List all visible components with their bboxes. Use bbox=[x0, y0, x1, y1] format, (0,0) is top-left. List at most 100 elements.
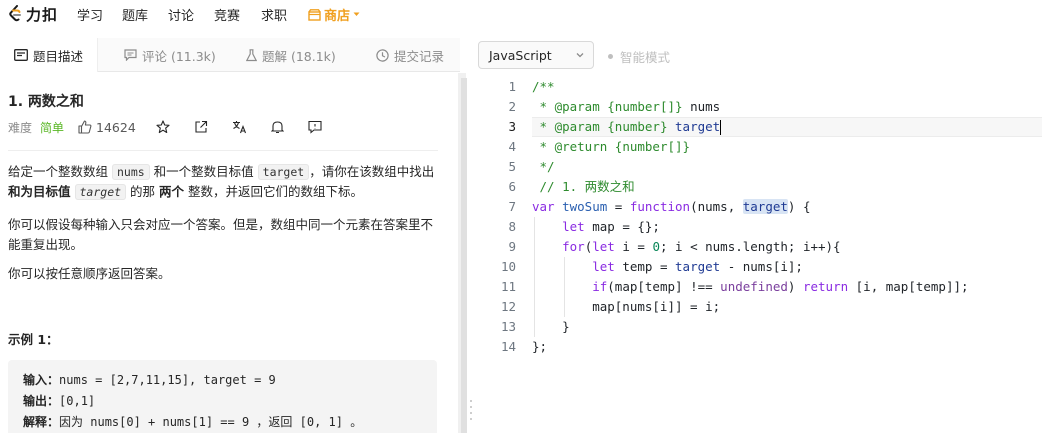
problem-note-2: 你可以按任意顺序返回答案。 bbox=[8, 266, 171, 281]
statement-text: 和一个整数目标值 bbox=[149, 164, 258, 179]
line-number: 4 bbox=[508, 139, 516, 154]
feedback-icon bbox=[308, 120, 322, 134]
tab-submissions-label: 提交记录 bbox=[394, 48, 445, 64]
favorite-button[interactable] bbox=[156, 120, 170, 134]
inline-code-target: target bbox=[257, 164, 310, 180]
line-number: 13 bbox=[500, 319, 516, 334]
code-line: // 1. 两数之和 bbox=[532, 179, 635, 194]
inline-code-nums: nums bbox=[111, 164, 150, 180]
store-icon bbox=[308, 8, 321, 21]
code-editor[interactable]: 1 2 3 4 5 6 7 8 9 10 11 12 13 14 /** * @param {number… bbox=[478, 73, 1042, 433]
chevron-down-icon bbox=[576, 53, 584, 58]
share-button[interactable] bbox=[194, 120, 208, 134]
scrollbar[interactable] bbox=[461, 78, 467, 433]
difficulty-label: 难度 bbox=[8, 120, 33, 135]
inline-code-target-italic: target bbox=[74, 184, 127, 200]
line-number: 3 bbox=[508, 119, 516, 134]
flask-icon bbox=[246, 48, 257, 61]
line-number: 14 bbox=[500, 339, 516, 354]
code-line: */ bbox=[532, 159, 555, 174]
like-count: 14624 bbox=[96, 119, 136, 135]
like-button[interactable]: 14624 bbox=[78, 120, 136, 135]
comment-icon bbox=[124, 49, 137, 61]
resize-grip[interactable] bbox=[469, 400, 473, 430]
tab-description-label: 题目描述 bbox=[33, 48, 84, 64]
logo-text: 力扣 bbox=[26, 5, 59, 24]
statement-text: ，请你在该数组中找出 bbox=[309, 164, 435, 179]
code-line: * @return {number[]} bbox=[532, 139, 691, 154]
line-number: 7 bbox=[508, 199, 516, 214]
nav-discuss[interactable]: 讨论 bbox=[168, 5, 194, 24]
line-number: 6 bbox=[508, 179, 516, 194]
nav-contest[interactable]: 竞赛 bbox=[214, 5, 240, 24]
clock-icon bbox=[376, 48, 389, 62]
statement-text: 整数，并返回它们的数组下标。 bbox=[184, 184, 363, 199]
example-output-label: 输出： bbox=[23, 394, 60, 408]
code-line: let temp = target - nums[i]; bbox=[532, 257, 1042, 277]
bell-icon bbox=[270, 121, 284, 134]
nav-jobs[interactable]: 求职 bbox=[261, 5, 287, 24]
leetcode-logo-icon bbox=[9, 5, 21, 22]
nav-learn[interactable]: 学习 bbox=[77, 5, 103, 24]
code-line: } bbox=[532, 317, 1042, 337]
tab-solutions-label: 题解 (18.1k) bbox=[262, 48, 336, 64]
tab-comments-label: 评论 (11.3k) bbox=[142, 48, 216, 64]
line-number: 10 bbox=[500, 259, 516, 274]
tab-solutions[interactable]: 题解 (18.1k) bbox=[246, 38, 336, 72]
nav-shop[interactable]: 商店 bbox=[308, 5, 360, 24]
problem-statement: 给定一个整数数组 nums 和一个整数目标值 target ，请你在该数组中找出 … bbox=[8, 162, 440, 202]
difficulty-badge: 简单 bbox=[40, 120, 65, 135]
example-input-line: 输入：nums = [2,7,11,15], target = 9 bbox=[23, 370, 422, 391]
problem-meta: 难度 简单 14624 bbox=[8, 118, 322, 136]
notify-button[interactable] bbox=[270, 120, 284, 134]
code-line: /** bbox=[532, 79, 555, 94]
code-line: for(let i = 0; i < nums.length; i++){ bbox=[532, 237, 1042, 257]
editor-toolbar: JavaScript 智能模式 bbox=[478, 38, 1042, 72]
language-select[interactable]: JavaScript bbox=[478, 41, 594, 69]
star-icon bbox=[156, 120, 170, 134]
thumbs-up-icon bbox=[78, 120, 92, 134]
tab-submissions[interactable]: 提交记录 bbox=[376, 38, 444, 72]
feedback-button[interactable] bbox=[308, 120, 322, 134]
line-number: 12 bbox=[500, 299, 516, 314]
code-line: }; bbox=[532, 339, 548, 354]
top-nav: 力扣 学习 题库 讨论 竞赛 求职 商店 bbox=[0, 0, 1042, 28]
smart-mode-dot-icon bbox=[608, 54, 613, 59]
logo[interactable]: 力扣 bbox=[8, 4, 58, 24]
problem-title: 1. 两数之和 bbox=[8, 94, 84, 110]
code-line: map[nums[i]] = i; bbox=[532, 297, 1042, 317]
example-explain-label: 解释： bbox=[23, 415, 60, 429]
problem-note-1: 你可以假设每种输入只会对应一个答案。但是，数组中同一个元素在答案里不能重复出现。 bbox=[8, 217, 434, 252]
example-output: [0,1] bbox=[59, 394, 96, 408]
line-number-gutter: 1 2 3 4 5 6 7 8 9 10 11 12 13 14 bbox=[478, 77, 518, 357]
statement-text: 给定一个整数数组 bbox=[8, 164, 112, 179]
translate-icon bbox=[232, 121, 246, 134]
line-number: 8 bbox=[508, 219, 516, 234]
line-number: 2 bbox=[508, 99, 516, 114]
problem-description: 1. 两数之和 难度 简单 14624 给定一个整数数组 nums 和一个整数目… bbox=[0, 73, 458, 433]
line-number: 11 bbox=[500, 279, 516, 294]
line-number: 5 bbox=[508, 159, 516, 174]
code-line-current: * @param {number} target bbox=[532, 117, 1042, 137]
code-area[interactable]: /** * @param {number[]} nums * @param {n… bbox=[532, 77, 1042, 357]
example-explain-line: 解释：因为 nums[0] + nums[1] == 9 ，返回 [0, 1] … bbox=[23, 412, 422, 433]
statement-bold: 和为目标值 bbox=[8, 184, 71, 199]
translate-button[interactable] bbox=[232, 120, 247, 134]
statement-bold: 两个 bbox=[159, 184, 185, 199]
example-output-line: 输出：[0,1] bbox=[23, 391, 422, 412]
code-line: let map = {}; bbox=[532, 217, 1042, 237]
line-number: 9 bbox=[508, 239, 516, 254]
share-icon bbox=[195, 120, 207, 133]
tab-comments[interactable]: 评论 (11.3k) bbox=[124, 38, 216, 72]
code-line: var twoSum = function(nums, target) { bbox=[532, 199, 811, 214]
divider bbox=[8, 150, 438, 151]
example-block: 输入：nums = [2,7,11,15], target = 9 输出：[0,… bbox=[8, 360, 437, 433]
example-explain: 因为 nums[0] + nums[1] == 9 ，返回 [0, 1] 。 bbox=[59, 415, 363, 429]
tab-description[interactable]: 题目描述 bbox=[0, 38, 99, 73]
caret-down-icon bbox=[353, 12, 360, 16]
example-input-label: 输入： bbox=[23, 373, 60, 387]
nav-shop-label: 商店 bbox=[324, 9, 351, 24]
nav-problemset[interactable]: 题库 bbox=[122, 5, 148, 24]
smart-mode-toggle[interactable]: 智能模式 bbox=[608, 47, 670, 66]
line-number: 1 bbox=[508, 79, 516, 94]
